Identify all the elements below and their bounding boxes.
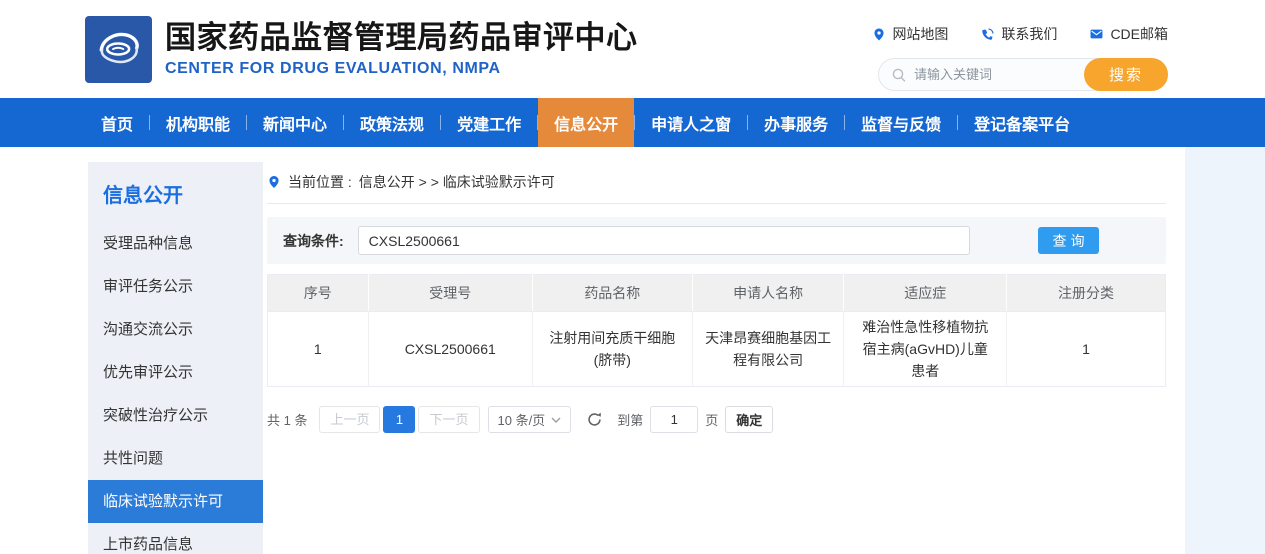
quick-link-cde-mail[interactable]: CDE邮箱 [1089, 24, 1168, 44]
table-header-row: 序号 受理号 药品名称 申请人名称 适应症 注册分类 [268, 275, 1166, 312]
nav-item-info-disclosure[interactable]: 信息公开 [538, 98, 634, 147]
search-input[interactable] [914, 67, 1074, 82]
main-nav: 首页 机构职能 新闻中心 政策法规 党建工作 信息公开 申请人之窗 办事服务 监… [0, 98, 1265, 147]
quick-link-sitemap[interactable]: 网站地图 [872, 24, 948, 44]
col-header-applicant: 申请人名称 [692, 275, 844, 312]
nav-item-registration-platform[interactable]: 登记备案平台 [958, 98, 1086, 147]
query-input[interactable] [358, 226, 970, 255]
goto-page-input[interactable] [650, 406, 698, 433]
breadcrumb-path: 信息公开 > > 临床试验默示许可 [359, 172, 555, 192]
prev-page-button[interactable]: 上一页 [319, 406, 380, 433]
goto-label: 到第 [617, 410, 643, 429]
page-root: 国家药品监督管理局药品审评中心 CENTER FOR DRUG EVALUATI… [0, 0, 1265, 554]
chevron-down-icon [551, 417, 561, 423]
pagination: 共 1 条 上一页 1 下一页 10 条/页 到第 页 确定 [267, 406, 1166, 433]
nav-item-supervision-feedback[interactable]: 监督与反馈 [845, 98, 957, 147]
col-header-seq: 序号 [268, 275, 369, 312]
col-header-acceptance-no: 受理号 [368, 275, 532, 312]
header-search: 搜索 [878, 58, 1168, 91]
cell-indication: 难治性急性移植物抗宿主病(aGvHD)儿童患者 [844, 312, 1007, 387]
quick-link-label: 网站地图 [892, 24, 948, 44]
results-table: 序号 受理号 药品名称 申请人名称 适应症 注册分类 1 CXSL2500661… [267, 274, 1166, 387]
sidebar-item-accepted-varieties[interactable]: 受理品种信息 [88, 222, 263, 265]
next-page-button[interactable]: 下一页 [418, 406, 479, 433]
cde-logo[interactable] [85, 16, 152, 83]
goto-unit: 页 [705, 410, 718, 429]
org-names: 国家药品监督管理局药品审评中心 CENTER FOR DRUG EVALUATI… [165, 20, 638, 78]
col-header-registration-category: 注册分类 [1007, 275, 1166, 312]
nav-item-services[interactable]: 办事服务 [748, 98, 844, 147]
cell-drug-name: 注射用间充质干细胞(脐带) [532, 312, 692, 387]
page-size-select[interactable]: 10 条/页 [488, 406, 572, 433]
total-count: 共 1 条 [267, 410, 307, 429]
location-pin-icon [267, 174, 281, 190]
sidebar-item-clinical-trial-implied-license[interactable]: 临床试验默示许可 [88, 480, 263, 523]
sidebar-menu: 受理品种信息 审评任务公示 沟通交流公示 优先审评公示 突破性治疗公示 共性问题… [88, 222, 263, 554]
site-header: 国家药品监督管理局药品审评中心 CENTER FOR DRUG EVALUATI… [0, 0, 1265, 98]
mail-icon [1089, 27, 1104, 41]
cell-registration-category: 1 [1007, 312, 1166, 387]
sidebar-item-common-issues[interactable]: 共性问题 [88, 437, 263, 480]
nav-item-party-building[interactable]: 党建工作 [441, 98, 537, 147]
table-row[interactable]: 1 CXSL2500661 注射用间充质干细胞(脐带) 天津昂赛细胞基因工程有限… [268, 312, 1166, 387]
sidebar-item-priority-review[interactable]: 优先审评公示 [88, 351, 263, 394]
content-area: 信息公开 受理品种信息 审评任务公示 沟通交流公示 优先审评公示 突破性治疗公示… [0, 147, 1185, 554]
page-number-button[interactable]: 1 [383, 406, 415, 433]
breadcrumb-label: 当前位置 : [288, 172, 352, 192]
phone-icon [980, 27, 995, 42]
query-bar: 查询条件: 查询 [267, 217, 1166, 264]
sidebar-title: 信息公开 [88, 162, 263, 208]
page-size-value: 10 条/页 [498, 410, 546, 429]
cell-applicant: 天津昂赛细胞基因工程有限公司 [692, 312, 844, 387]
nav-item-applicant-window[interactable]: 申请人之窗 [635, 98, 747, 147]
sidebar-item-communication[interactable]: 沟通交流公示 [88, 308, 263, 351]
site-subtitle: CENTER FOR DRUG EVALUATION, NMPA [165, 60, 638, 78]
query-button[interactable]: 查询 [1038, 227, 1099, 254]
nav-item-news[interactable]: 新闻中心 [247, 98, 343, 147]
quick-links: 网站地图 联系我们 CDE邮箱 [872, 24, 1168, 44]
sidebar-item-marketed-drugs[interactable]: 上市药品信息 [88, 523, 263, 554]
nav-item-org-functions[interactable]: 机构职能 [150, 98, 246, 147]
confirm-button[interactable]: 确定 [725, 406, 773, 433]
breadcrumb: 当前位置 : 信息公开 > > 临床试验默示许可 [267, 147, 1166, 204]
main-content: 当前位置 : 信息公开 > > 临床试验默示许可 查询条件: 查询 序号 受理号 [267, 147, 1166, 554]
logo-icon [92, 22, 146, 76]
quick-link-label: 联系我们 [1001, 24, 1057, 44]
cell-seq: 1 [268, 312, 369, 387]
sidebar: 信息公开 受理品种信息 审评任务公示 沟通交流公示 优先审评公示 突破性治疗公示… [88, 162, 263, 554]
refresh-icon[interactable] [586, 411, 603, 428]
nav-item-home[interactable]: 首页 [85, 98, 149, 147]
site-title: 国家药品监督管理局药品审评中心 [165, 20, 638, 56]
quick-link-label: CDE邮箱 [1110, 24, 1168, 44]
search-button[interactable]: 搜索 [1084, 58, 1168, 91]
search-icon [891, 67, 907, 83]
col-header-indication: 适应症 [844, 275, 1007, 312]
nav-item-policies[interactable]: 政策法规 [344, 98, 440, 147]
query-label: 查询条件: [283, 231, 344, 251]
sidebar-item-review-tasks[interactable]: 审评任务公示 [88, 265, 263, 308]
sidebar-item-breakthrough-therapy[interactable]: 突破性治疗公示 [88, 394, 263, 437]
location-pin-icon [872, 27, 886, 42]
cell-acceptance-no: CXSL2500661 [368, 312, 532, 387]
quick-link-contact[interactable]: 联系我们 [980, 24, 1057, 44]
col-header-drug-name: 药品名称 [532, 275, 692, 312]
